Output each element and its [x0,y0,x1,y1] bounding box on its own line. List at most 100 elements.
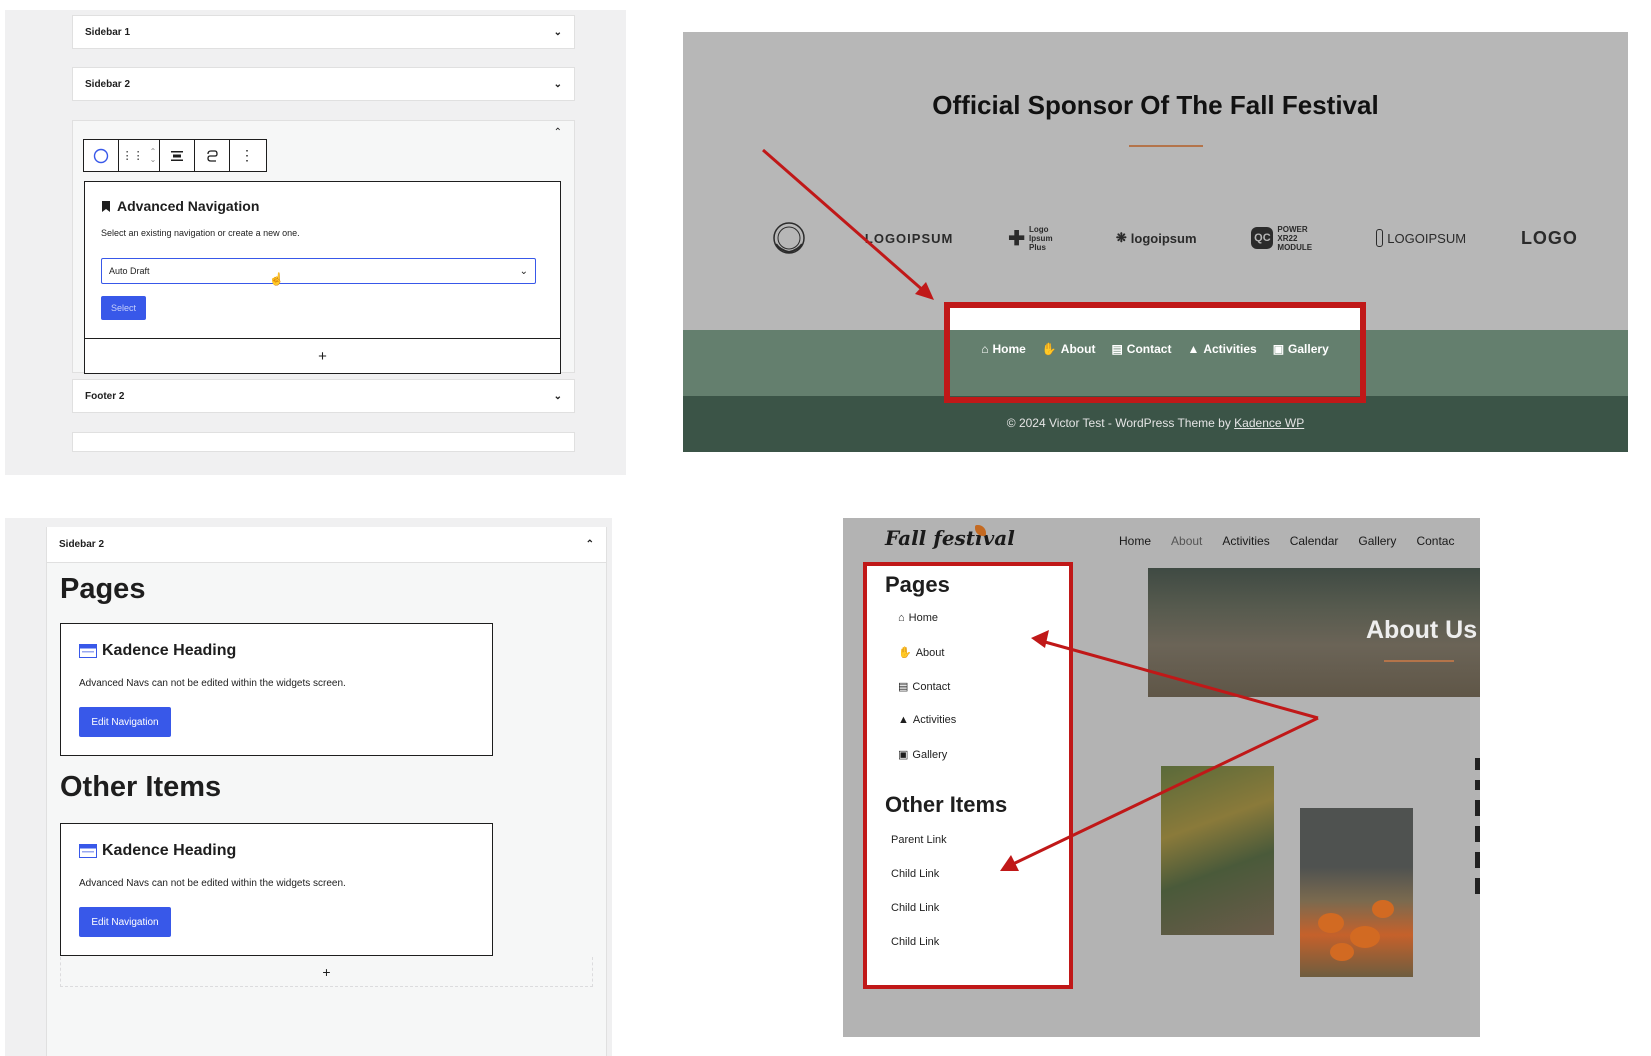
drag-move-controls[interactable]: ⋮⋮ ⌃ ⌄ [119,140,160,171]
other-items-heading: Other Items [60,771,222,803]
power-module-logo: QC POWER XR22 MODULE [1251,225,1321,252]
sidebar-parent-link[interactable]: Parent Link [891,834,947,846]
sidebar-child-link[interactable]: Child Link [891,902,939,914]
sidebar-editor-panel: Sidebar 2 ⌃ Pages Kadence Heading Advanc… [5,518,612,1056]
kadence-block-icon [79,644,97,658]
nav-activities[interactable]: Activities [1222,534,1269,548]
chevron-up-icon[interactable]: ⌃ [554,127,562,138]
laurel-logo [768,220,810,256]
block-heading: Advanced Navigation [101,198,259,214]
add-block-button[interactable]: + [60,957,593,987]
contact-card-icon: ▤ [898,681,909,693]
sidebar-nav-gallery[interactable]: ▣ Gallery [898,748,948,762]
logo-text: LOGOIPSUM [1387,230,1467,246]
chevron-down-icon: ⌄ [519,265,528,277]
sidebar-2-area: Sidebar 2 ⌃ Pages Kadence Heading Advanc… [46,527,607,1056]
block-toolbar: ⋮⋮ ⌃ ⌄ ⋮ [83,139,267,172]
header-label: Sidebar 2 [59,539,105,550]
kadence-nav-block-1[interactable]: Kadence Heading Advanced Navs can not be… [60,623,493,756]
pages-heading: Pages [60,573,146,605]
heading-divider [1129,145,1203,147]
logo-logo: LOGO [1521,228,1578,249]
laurel-wreath-icon [773,222,805,254]
item-label: Contact [912,680,951,693]
sidebar-nav-contact[interactable]: ▤ Contact [898,680,951,694]
kadence-block-icon [79,844,97,858]
sidebar-child-link[interactable]: Child Link [891,868,939,880]
chevron-up-icon[interactable]: ⌃ [586,539,594,550]
block-title: Advanced Navigation [117,198,260,214]
site-logo[interactable]: Fall festival [885,526,1015,550]
footer-2-accordion[interactable]: Footer 2 ⌄ [72,379,575,413]
transform-button[interactable] [195,140,230,171]
block-description: Select an existing navigation or create … [101,228,300,238]
select-value: Auto Draft [109,266,150,276]
add-block-button[interactable]: + [84,339,561,374]
nav-gallery[interactable]: Gallery [1358,534,1396,548]
edit-navigation-button[interactable]: Edit Navigation [79,707,171,737]
logo-ipsum-1: LOGOIPSUM [865,231,953,246]
chevron-down-icon: ⌄ [553,26,562,38]
more-options-button[interactable]: ⋮ [230,140,264,171]
plus-icon: + [322,963,331,980]
move-arrows-icon[interactable]: ⌃ ⌄ [150,147,157,164]
cut-off-text-column [1475,758,1480,1018]
link-transform-icon [207,149,218,162]
copyright-text: © 2024 Victor Test - WordPress Theme by … [683,416,1628,430]
advanced-navigation-block[interactable]: Advanced Navigation Select an existing n… [84,181,561,339]
kadence-link[interactable]: Kadence WP [1234,416,1304,430]
nav-contact[interactable]: Contac [1416,534,1454,548]
item-label: About [915,646,945,659]
logo-text: Logo Ipsum Plus [1029,224,1053,252]
logo-text: POWER XR22 MODULE [1277,224,1313,252]
qc-mark-icon: QC [1251,227,1274,249]
plus-mark-icon: ✚ [1008,227,1025,250]
kadence-title: Kadence Heading [102,842,237,859]
hand-icon: ✋ [898,647,912,659]
sidebar-child-link[interactable]: Child Link [891,936,939,948]
house-icon: ⌂ [898,612,905,624]
align-button[interactable] [160,140,195,171]
accordion-label: Sidebar 2 [85,78,131,90]
block-type-button[interactable] [84,140,119,171]
nav-about[interactable]: About [1171,534,1202,548]
sidebar-2-accordion[interactable]: Sidebar 2 ⌄ [72,67,575,101]
sidebar-nav-home[interactable]: ⌂ Home [898,612,938,624]
kadence-heading: Kadence Heading [79,842,236,860]
kadence-heading: Kadence Heading [79,642,236,660]
select-button[interactable]: Select [101,296,146,320]
logo-ipsum-plus: ✚ Logo Ipsum Plus [1008,225,1061,252]
logo-text: LOGO [1520,227,1578,248]
navigation-select[interactable]: Auto Draft ⌄ [101,258,536,284]
nav-home[interactable]: Home [1119,534,1151,548]
item-label: Gallery [912,748,948,761]
compass-icon [93,148,109,163]
pill-mark-icon [1376,229,1384,247]
accordion-label: Sidebar 1 [85,26,131,38]
site-footer-preview: Official Sponsor Of The Fall Festival LO… [683,32,1628,452]
sidebar-nav-activities[interactable]: ▲ Activities [898,714,956,726]
other-items-heading: Other Items [885,792,1008,817]
edit-navigation-button[interactable]: Edit Navigation [79,907,171,937]
item-label: Activities [912,714,957,726]
bookmark-icon [102,200,110,212]
chevron-down-icon: ⌄ [553,78,562,90]
kadence-nav-block-2[interactable]: Kadence Heading Advanced Navs can not be… [60,823,493,956]
sidebar-nav-about[interactable]: ✋ About [898,646,945,660]
sidebar-1-accordion[interactable]: Sidebar 1 ⌄ [72,15,575,49]
sponsor-heading: Official Sponsor Of The Fall Festival [932,90,1379,120]
copyright-prefix: © 2024 Victor Test - WordPress Theme by [1006,416,1235,430]
nav-calendar[interactable]: Calendar [1290,534,1339,548]
swirl-mark-icon: ❋ [1115,230,1127,245]
hand-cursor-icon: ☝ [269,272,284,286]
sidebar-2-header[interactable]: Sidebar 2 ⌃ [47,527,606,563]
hero-divider [1384,660,1454,662]
family-photo [1161,766,1274,935]
main-navigation: Home About Activities Calendar Gallery C… [1119,534,1454,548]
next-accordion[interactable] [72,432,575,452]
sponsor-logos: LOGOIPSUM ✚ Logo Ipsum Plus ❋ logoipsum … [768,218,1578,258]
drag-handle-icon[interactable]: ⋮⋮ [122,149,144,162]
image-icon: ▣ [898,749,909,761]
hero-banner: About Us [1148,568,1480,697]
align-icon [171,150,183,161]
